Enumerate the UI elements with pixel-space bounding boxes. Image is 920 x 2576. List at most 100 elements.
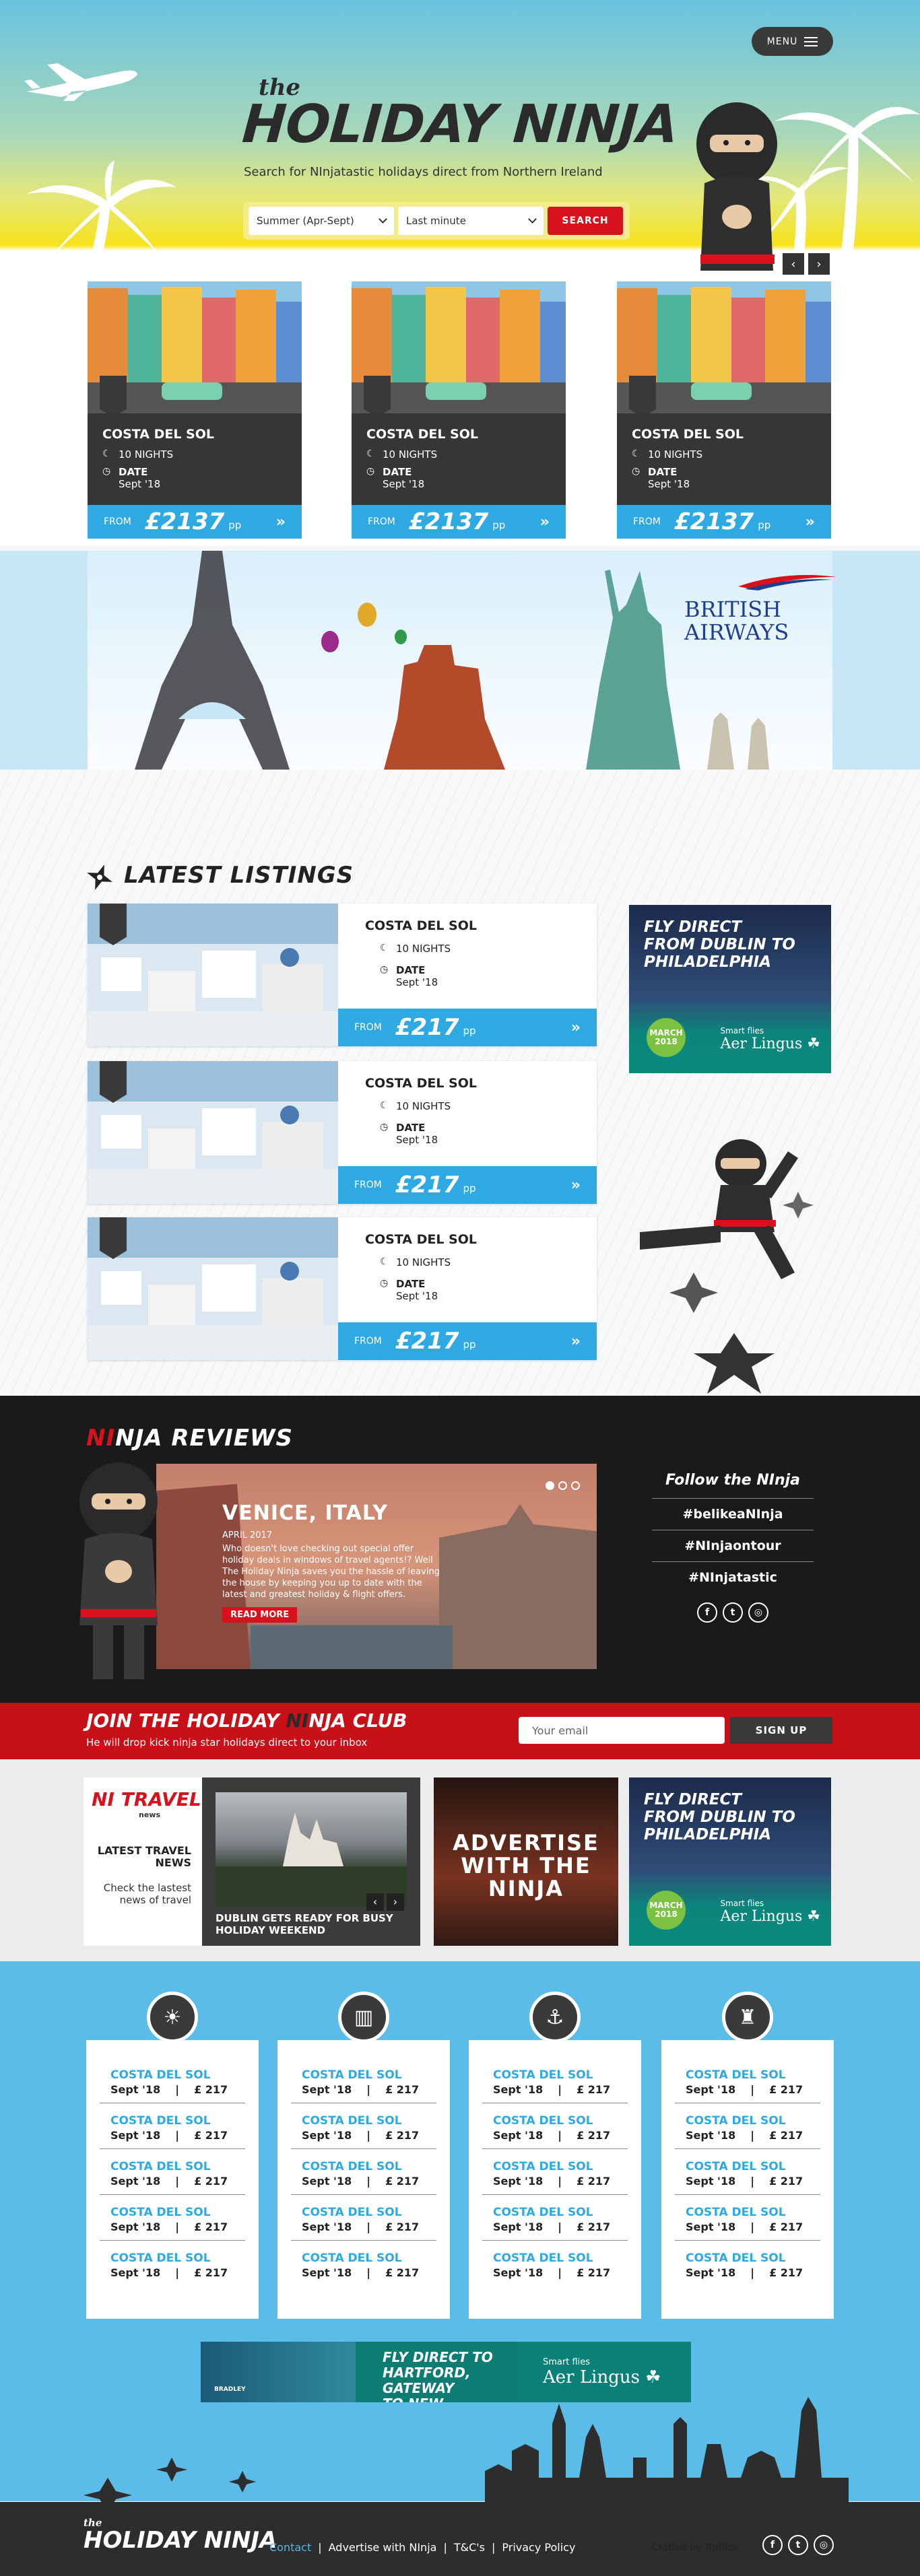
- carousel-next-button[interactable]: ›: [808, 253, 830, 275]
- price-bar[interactable]: FROM £217 pp »: [338, 1009, 597, 1046]
- hashtag-link[interactable]: #belikeaNInja: [652, 1498, 814, 1530]
- when-select[interactable]: Last minute: [398, 207, 544, 235]
- listing-photo: [88, 1217, 338, 1360]
- news-prev-button[interactable]: ‹: [366, 1893, 384, 1911]
- deal-row[interactable]: COSTA DEL SOL Sept '18 | £ 217: [100, 2195, 245, 2241]
- facebook-icon[interactable]: f: [762, 2535, 783, 2555]
- deal-row[interactable]: COSTA DEL SOL Sept '18 | £ 217: [482, 2241, 628, 2286]
- news-next-button[interactable]: ›: [387, 1893, 404, 1911]
- deal-name: COSTA DEL SOL: [493, 2251, 593, 2265]
- deal-row[interactable]: COSTA DEL SOL Sept '18 | £ 217: [100, 2241, 245, 2286]
- nights-text: 10 NIGHTS: [119, 448, 174, 461]
- footer-logo[interactable]: the HOLIDAY NINJA: [84, 2517, 277, 2552]
- deal-row[interactable]: COSTA DEL SOL Sept '18 | £ 217: [100, 2058, 245, 2103]
- deal-row[interactable]: COSTA DEL SOL Sept '18 | £ 217: [291, 2103, 436, 2149]
- deal-row[interactable]: COSTA DEL SOL Sept '18 | £ 217: [100, 2103, 245, 2149]
- ni-travel-news-logo: NI TRAVEL news: [92, 1788, 201, 1819]
- signup-button[interactable]: SIGN UP: [730, 1717, 832, 1744]
- chevron-right-icon: »: [539, 513, 550, 531]
- deal-row[interactable]: COSTA DEL SOL Sept '18 | £ 217: [291, 2149, 436, 2195]
- twitter-icon[interactable]: t: [788, 2535, 808, 2555]
- clock-icon: ◷: [632, 466, 640, 477]
- review-body: Who doesn't love checking out special of…: [222, 1544, 440, 1600]
- deal-name: COSTA DEL SOL: [302, 2160, 402, 2173]
- footer-link-privacy[interactable]: Privacy Policy: [502, 2541, 575, 2554]
- menu-button[interactable]: MENU: [752, 27, 833, 56]
- deal-column: COSTA DEL SOL Sept '18 | £ 217 COSTA DEL S…: [661, 2040, 834, 2319]
- deal-row[interactable]: COSTA DEL SOL Sept '18 | £ 217: [675, 2103, 820, 2149]
- travel-news-sidebar: NI TRAVEL news LATEST TRAVEL NEWS Check t…: [84, 1777, 202, 1946]
- crafted-by[interactable]: Crafted by Traffick: [652, 2542, 738, 2553]
- carousel-prev-button[interactable]: ‹: [783, 253, 804, 275]
- aer-lingus-mpu-top[interactable]: FLY DIRECT FROM DUBLIN TO PHILADELPHIA M…: [629, 905, 831, 1073]
- mpu-text: FLY DIRECT FROM DUBLIN TO PHILADELPHIA: [629, 1777, 831, 1843]
- hero-deal-card[interactable]: COSTA DEL SOL ☾ 10 NIGHTS ◷ DATE Sept '18 F…: [617, 281, 831, 539]
- deal-row[interactable]: COSTA DEL SOL Sept '18 | £ 217: [675, 2241, 820, 2286]
- search-button[interactable]: SEARCH: [548, 207, 623, 235]
- date-label: DATE: [383, 466, 412, 478]
- deal-date: Sept '18: [686, 2221, 736, 2233]
- deal-row[interactable]: COSTA DEL SOL Sept '18 | £ 217: [291, 2195, 436, 2241]
- standing-ninja-illustration: [79, 1462, 158, 1679]
- social-links: f t ◎: [652, 1602, 814, 1623]
- instagram-icon[interactable]: ◎: [748, 1602, 768, 1623]
- listing-card[interactable]: COSTA DEL SOL ☾ 10 NIGHTS ◷ DATE Sept '18 F…: [88, 904, 597, 1046]
- price-value: £2137: [144, 508, 225, 535]
- deal-price-line: Sept '18 | £ 217: [493, 2175, 611, 2188]
- leaderboard-text: FLY DIRECT TO HARTFORD, GATEWAY TO NEW E…: [356, 2342, 516, 2402]
- listing-card[interactable]: COSTA DEL SOL ☾ 10 NIGHTS ◷ DATE Sept '18 F…: [88, 1061, 597, 1204]
- hero-deal-card[interactable]: COSTA DEL SOL ☾ 10 NIGHTS ◷ DATE Sept '18 F…: [352, 281, 566, 539]
- aer-lingus-leaderboard-bottom[interactable]: BRADLEY FLY DIRECT TO HARTFORD, GATEWAY …: [201, 2342, 691, 2402]
- price-value: £2137: [408, 508, 489, 535]
- deal-price: £ 217: [194, 2266, 228, 2279]
- deal-price-line: Sept '18 | £ 217: [493, 2083, 611, 2096]
- season-select[interactable]: Summer (Apr-Sept): [249, 207, 394, 235]
- price-bar[interactable]: FROM £2137 pp »: [88, 505, 302, 539]
- deal-row[interactable]: COSTA DEL SOL Sept '18 | £ 217: [291, 2241, 436, 2286]
- news-caption[interactable]: DUBLIN GETS READY FOR BUSY HOLIDAY WEEKE…: [216, 1912, 411, 1936]
- hero-deal-card[interactable]: COSTA DEL SOL ☾ 10 NIGHTS ◷ DATE Sept '18 F…: [88, 281, 302, 539]
- email-field[interactable]: Your email: [519, 1717, 725, 1744]
- read-more-button[interactable]: READ MORE: [222, 1607, 298, 1623]
- footer-link-contact[interactable]: Contact: [269, 2541, 311, 2554]
- price-bar[interactable]: FROM £2137 pp »: [352, 505, 566, 539]
- castle-photo: [216, 1812, 407, 1907]
- aer-lingus-mpu-bottom[interactable]: FLY DIRECT FROM DUBLIN TO PHILADELPHIA M…: [629, 1777, 831, 1946]
- deal-row[interactable]: COSTA DEL SOL Sept '18 | £ 217: [482, 2103, 628, 2149]
- footer-link-terms[interactable]: T&C's: [454, 2541, 485, 2554]
- deal-row[interactable]: COSTA DEL SOL Sept '18 | £ 217: [291, 2058, 436, 2103]
- march-2018-badge: MARCH 2018: [647, 1891, 686, 1930]
- footer-link-advertise[interactable]: Advertise with NInja: [329, 2541, 437, 2554]
- listing-nights: ☾ 10 NIGHTS: [380, 1256, 451, 1268]
- slider-dot-1[interactable]: [546, 1481, 554, 1490]
- news-photo-castle[interactable]: ‹ ›: [216, 1792, 407, 1911]
- advertise-line3: NINJA: [488, 1876, 564, 1901]
- deal-row[interactable]: COSTA DEL SOL Sept '18 | £ 217: [100, 2149, 245, 2195]
- listing-card[interactable]: COSTA DEL SOL ☾ 10 NIGHTS ◷ DATE Sept '18 F…: [88, 1217, 597, 1360]
- deal-price: £ 217: [194, 2175, 228, 2188]
- deal-nights: ☾ 10 NIGHTS: [632, 448, 831, 461]
- world-skyline-illustration: [84, 2397, 849, 2502]
- deal-row[interactable]: COSTA DEL SOL Sept '18 | £ 217: [675, 2149, 820, 2195]
- price-bar[interactable]: FROM £2137 pp »: [617, 505, 831, 539]
- site-logo[interactable]: HOLIDAY NINJA: [240, 94, 680, 155]
- follow-the-ninja: Follow the NInja #belikeaNInja #NInjaont…: [652, 1472, 814, 1623]
- slider-dot-3[interactable]: [571, 1481, 580, 1490]
- deal-row[interactable]: COSTA DEL SOL Sept '18 | £ 217: [482, 2195, 628, 2241]
- deal-row[interactable]: COSTA DEL SOL Sept '18 | £ 217: [482, 2149, 628, 2195]
- deal-row[interactable]: COSTA DEL SOL Sept '18 | £ 217: [675, 2195, 820, 2241]
- deal-row[interactable]: COSTA DEL SOL Sept '18 | £ 217: [675, 2058, 820, 2103]
- slider-dot-2[interactable]: [558, 1481, 567, 1490]
- twitter-icon[interactable]: t: [723, 1602, 743, 1623]
- facebook-icon[interactable]: f: [697, 1602, 717, 1623]
- deal-name: COSTA DEL SOL: [686, 2251, 786, 2265]
- instagram-icon[interactable]: ◎: [814, 2535, 834, 2555]
- hashtag-link[interactable]: #NInjaontour: [652, 1530, 814, 1561]
- advertise-with-ninja-ad[interactable]: ADVERTISE WITH THE NINJA: [434, 1777, 618, 1946]
- hashtag-link[interactable]: #NInjatastic: [652, 1561, 814, 1593]
- price-bar[interactable]: FROM £217 pp »: [338, 1166, 597, 1204]
- deal-row[interactable]: COSTA DEL SOL Sept '18 | £ 217: [482, 2058, 628, 2103]
- deal-date: Sept '18: [493, 2221, 544, 2233]
- price-bar[interactable]: FROM £217 pp »: [338, 1322, 597, 1360]
- smart-flies-label: Smart flies: [720, 1899, 764, 1908]
